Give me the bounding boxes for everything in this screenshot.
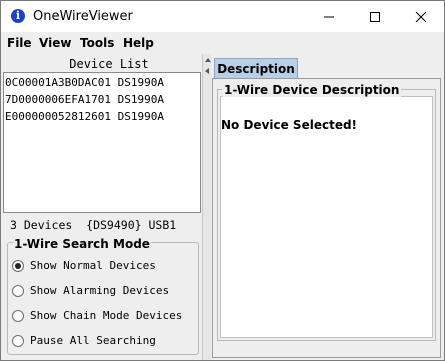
minimize-button[interactable] xyxy=(306,1,352,32)
minimize-icon xyxy=(324,16,334,18)
window-title: OneWireViewer xyxy=(33,9,133,24)
radio-button[interactable] xyxy=(12,260,24,272)
maximize-icon xyxy=(370,12,380,22)
menu-view[interactable]: View xyxy=(39,36,71,50)
radio-label: Show Normal Devices xyxy=(30,259,156,272)
menu-help[interactable]: Help xyxy=(123,36,154,50)
app-window: i OneWireViewer File View Tools Help Dev… xyxy=(0,0,445,361)
radio-button[interactable] xyxy=(12,285,24,297)
maximize-button[interactable] xyxy=(352,1,398,32)
radio-label: Show Chain Mode Devices xyxy=(30,309,183,322)
menu-tools[interactable]: Tools xyxy=(80,36,114,50)
radio-label: Pause All Searching xyxy=(30,334,156,347)
search-mode-title: 1-Wire Search Mode xyxy=(13,237,151,251)
info-icon: i xyxy=(11,9,25,23)
device-list-title: Device List xyxy=(69,57,149,71)
menu-file[interactable]: File xyxy=(7,36,32,50)
split-pane-divider[interactable] xyxy=(202,54,211,360)
list-item[interactable]: E000000052812601 DS1990A xyxy=(5,110,164,123)
description-area xyxy=(220,96,433,338)
close-button[interactable] xyxy=(398,1,444,32)
tab-label: Description xyxy=(217,62,295,76)
radio-button[interactable] xyxy=(12,335,24,347)
list-item[interactable]: 0C00001A3B0DAC01 DS1990A xyxy=(5,76,164,89)
tab-description[interactable]: Description xyxy=(214,58,298,78)
radio-selected-dot xyxy=(15,263,21,269)
radio-label: Show Alarming Devices xyxy=(30,284,170,297)
description-title: 1-Wire Device Description xyxy=(222,83,402,97)
device-summary: 3 Devices {DS9490} USB1 xyxy=(10,218,177,232)
radio-button[interactable] xyxy=(12,310,24,322)
collapse-arrow-icon[interactable] xyxy=(205,58,211,62)
description-message: No Device Selected! xyxy=(221,118,358,132)
menu-bar: File View Tools Help xyxy=(1,32,444,54)
title-bar[interactable]: i OneWireViewer xyxy=(1,1,444,32)
list-item[interactable]: 7D0000006EFA1701 DS1990A xyxy=(5,93,164,106)
expand-arrow-icon[interactable] xyxy=(205,68,209,74)
close-icon xyxy=(415,11,427,23)
device-list[interactable]: 0C00001A3B0DAC01 DS1990A 7D0000006EFA170… xyxy=(3,72,201,213)
